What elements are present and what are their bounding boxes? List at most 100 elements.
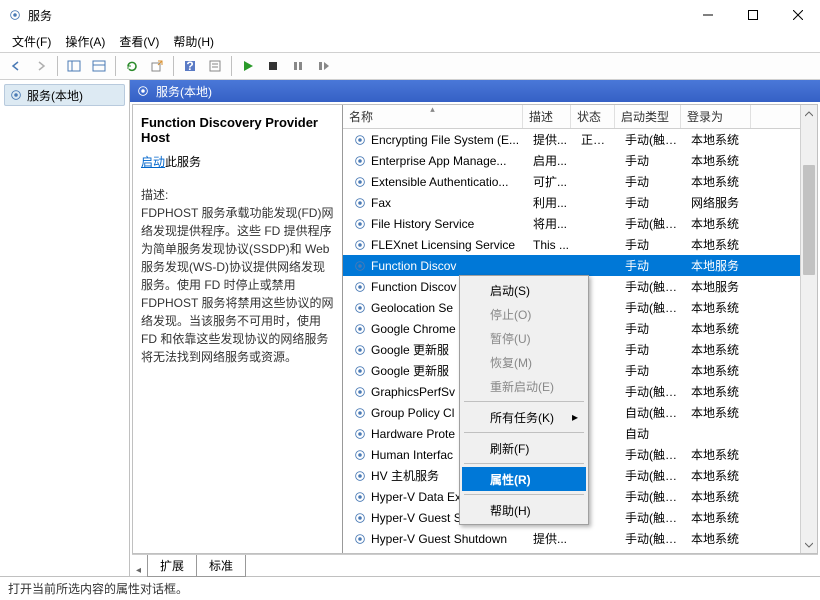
refresh-button[interactable] [120,55,144,77]
ctx-help[interactable]: 帮助(H) [462,498,586,522]
service-row[interactable]: FLEXnet Licensing ServiceThis ...手动本地系统 [343,234,817,255]
svc-desc: 可扩... [527,173,575,190]
tab-extended[interactable]: 扩展 [147,555,197,577]
service-row[interactable]: File History Service将用...手动(触发...本地系统 [343,213,817,234]
svc-desc: 提供... [527,530,575,547]
export-button[interactable] [145,55,169,77]
ctx-refresh[interactable]: 刷新(F) [462,436,586,460]
desc-text: FDPHOST 服务承载功能发现(FD)网络发现提供程序。这些 FD 提供程序为… [141,204,334,366]
svc-logon: 本地系统 [685,467,755,484]
service-row[interactable]: Function Discov手动本地服务 [343,255,817,276]
svc-name: Encrypting File System (E... [371,133,519,147]
list-header: 名称▴ 描述 状态 启动类型 登录为 [343,105,817,129]
maximize-button[interactable] [730,0,775,30]
properties-button[interactable] [203,55,227,77]
ctx-pause[interactable]: 暂停(U) [462,326,586,350]
gear-icon [353,448,367,462]
minimize-button[interactable] [685,0,730,30]
menu-view[interactable]: 查看(V) [113,31,165,52]
svc-logon: 本地系统 [685,530,755,547]
gear-icon [9,88,23,102]
col-state[interactable]: 状态 [571,105,615,128]
stop-service-button[interactable] [261,55,285,77]
pause-service-button[interactable] [286,55,310,77]
right-header-label: 服务(本地) [156,83,212,100]
tab-standard[interactable]: 标准 [196,555,246,577]
svc-logon: 网络服务 [685,194,755,211]
svc-desc: 将用... [527,215,575,232]
svc-desc: 提供... [527,131,575,148]
gear-icon [353,217,367,231]
svc-name: Function Discov [371,259,456,273]
svc-logon: 本地系统 [685,362,755,379]
gear-icon [353,133,367,147]
menu-action[interactable]: 操作(A) [59,31,111,52]
service-row[interactable]: Hyper-V Guest Shutdown提供...手动(触发...本地系统 [343,528,817,549]
menu-help[interactable]: 帮助(H) [167,31,220,52]
gear-icon [353,511,367,525]
tree-root-node[interactable]: 服务(本地) [4,84,125,106]
ctx-alltasks[interactable]: 所有任务(K)▸ [462,405,586,429]
service-row[interactable]: Fax利用...手动网络服务 [343,192,817,213]
svc-start: 手动(触发... [619,488,685,505]
svc-name: Hardware Prote [371,427,455,441]
svc-name: Extensible Authenticatio... [371,175,508,189]
svc-logon: 本地系统 [685,152,755,169]
submenu-arrow-icon: ▸ [572,410,578,424]
start-service-button[interactable] [236,55,260,77]
show-hide-tree-button[interactable] [62,55,86,77]
ctx-properties[interactable]: 属性(R) [462,467,586,491]
svc-start: 手动(触发... [619,467,685,484]
svc-name: Google 更新服 [371,341,449,358]
back-button[interactable] [4,55,28,77]
tree-pane: 服务(本地) [0,80,130,576]
svc-start: 手动(触发... [619,446,685,463]
col-name[interactable]: 名称▴ [343,105,523,128]
window-title: 服务 [28,7,52,24]
forward-button[interactable] [29,55,53,77]
col-logon[interactable]: 登录为 [681,105,751,128]
gear-icon [353,259,367,273]
start-suffix: 此服务 [165,155,201,169]
svg-text:?: ? [186,59,193,73]
svc-start: 手动 [619,194,685,211]
svc-name: Human Interfac [371,448,453,462]
scroll-down-button[interactable] [801,536,817,553]
svc-logon: 本地系统 [685,383,755,400]
right-header: 服务(本地) [130,80,820,102]
svc-name: Google Chrome [371,322,456,336]
service-row[interactable]: Extensible Authenticatio...可扩...手动本地系统 [343,171,817,192]
svc-name: GraphicsPerfSv [371,385,455,399]
gear-icon [353,532,367,546]
ctx-start[interactable]: 启动(S) [462,278,586,302]
gear-icon [353,427,367,441]
svc-name: HV 主机服务 [371,467,439,484]
app-icon [8,8,22,22]
service-row[interactable]: Enterprise App Manage...启用...手动本地系统 [343,150,817,171]
svc-start: 手动 [619,362,685,379]
svc-start: 手动(触发... [619,383,685,400]
scroll-thumb[interactable] [803,165,815,275]
help-button[interactable]: ? [178,55,202,77]
col-start[interactable]: 启动类型 [615,105,681,128]
restart-service-button[interactable] [311,55,335,77]
service-row[interactable]: Encrypting File System (E...提供...正在...手动… [343,129,817,150]
desc-label: 描述: [141,186,334,204]
detail-pane-button[interactable] [87,55,111,77]
gear-icon [353,154,367,168]
svc-desc: 启用... [527,152,575,169]
bottom-tabs: ◂ 扩展 标准 [132,554,818,576]
ctx-resume[interactable]: 恢复(M) [462,350,586,374]
svc-logon: 本地服务 [685,257,755,274]
ctx-stop[interactable]: 停止(O) [462,302,586,326]
col-desc[interactable]: 描述 [523,105,571,128]
start-service-link[interactable]: 启动 [141,155,165,169]
vertical-scrollbar[interactable] [800,105,817,553]
close-button[interactable] [775,0,820,30]
menu-file[interactable]: 文件(F) [6,31,57,52]
gear-icon [353,196,367,210]
ctx-restart[interactable]: 重新启动(E) [462,374,586,398]
svc-name: File History Service [371,217,474,231]
scroll-up-button[interactable] [801,105,817,122]
statusbar: 打开当前所选内容的属性对话框。 [0,576,820,600]
